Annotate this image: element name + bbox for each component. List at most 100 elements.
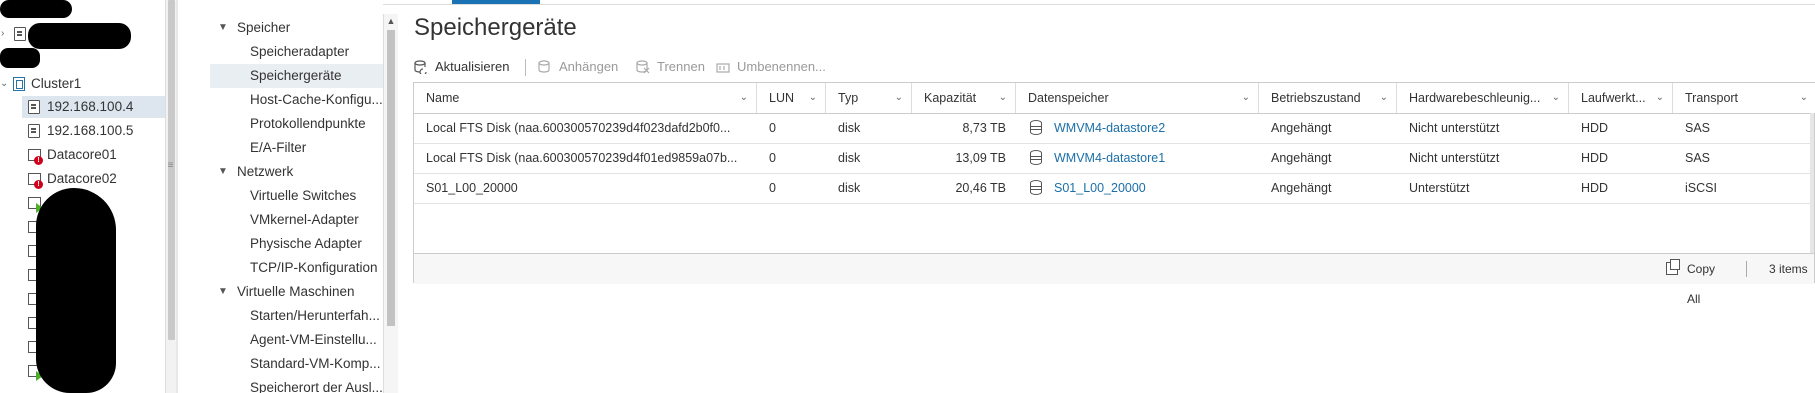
column-header-transport[interactable]: Transport ⌄ xyxy=(1673,83,1815,113)
cluster-icon xyxy=(13,77,25,91)
tree-item-host-selected[interactable]: 192.168.100.4 xyxy=(22,96,165,118)
column-header-hw-acceleration[interactable]: Hardwarebeschleunig... ⌄ xyxy=(1397,83,1569,113)
detach-button[interactable]: Trennen xyxy=(636,56,710,78)
cell-hw-accel: Unterstützt xyxy=(1409,181,1470,195)
column-header-label: Laufwerkt... xyxy=(1581,91,1646,105)
cell-name: S01_L00_20000 xyxy=(426,181,518,195)
nav-item-io-filters[interactable]: E/A-Filter xyxy=(210,136,383,160)
nav-item-storage-devices[interactable]: Speichergeräte xyxy=(210,64,383,88)
refresh-icon xyxy=(414,60,427,74)
pane-divider[interactable] xyxy=(176,0,178,393)
chevron-down-icon[interactable]: ⌄ xyxy=(1800,83,1808,113)
nav-scrollbar[interactable]: ▲ xyxy=(383,14,398,393)
cell-hw-accel: Nicht unterstützt xyxy=(1409,151,1500,165)
cell-type: disk xyxy=(838,181,861,195)
chevron-down-icon[interactable]: ⌄ xyxy=(895,83,903,113)
cell-lun: 0 xyxy=(769,181,776,195)
tab-bar-border xyxy=(383,4,1815,5)
nav-item-default-vm-compat[interactable]: Standard-VM-Komp... xyxy=(210,352,383,376)
column-header-label: Name xyxy=(426,91,460,105)
resize-grip-icon[interactable]: ≡ xyxy=(165,160,176,171)
redacted-area xyxy=(36,188,116,393)
column-header-type[interactable]: Typ ⌄ xyxy=(826,83,912,113)
column-header-label: LUN xyxy=(769,91,795,105)
tree-item-cluster[interactable]: ⌄ Cluster1 xyxy=(0,73,165,95)
nav-group-virtual-machines[interactable]: ▼ Virtuelle Maschinen xyxy=(210,280,383,304)
scroll-thumb[interactable] xyxy=(387,30,395,326)
chevron-down-icon[interactable]: ▼ xyxy=(218,16,228,40)
column-header-drive-type[interactable]: Laufwerkt... ⌄ xyxy=(1569,83,1673,113)
detach-icon xyxy=(636,60,650,74)
chevron-down-icon[interactable]: ⌄ xyxy=(1380,83,1388,113)
nav-item-vmkernel-adapters[interactable]: VMkernel-Adapter xyxy=(210,208,383,232)
nav-group-network[interactable]: ▼ Netzwerk xyxy=(210,160,383,184)
chevron-down-icon[interactable]: ⌄ xyxy=(999,83,1007,113)
attach-label: Anhängen xyxy=(559,59,619,74)
cell-type: disk xyxy=(838,121,861,135)
chevron-down-icon[interactable]: ⌄ xyxy=(1552,83,1560,113)
page-title: Speichergeräte xyxy=(414,14,577,41)
table-row[interactable]: Local FTS Disk (naa.600300570239d4f023da… xyxy=(414,113,1814,144)
column-header-lun[interactable]: LUN ⌄ xyxy=(757,83,826,113)
host-icon xyxy=(28,100,40,114)
cell-drive-type: HDD xyxy=(1581,181,1609,195)
nav-item-physical-adapters[interactable]: Physische Adapter xyxy=(210,232,383,256)
nav-item-virtual-switches[interactable]: Virtuelle Switches xyxy=(210,184,383,208)
refresh-button[interactable]: Aktualisieren xyxy=(414,56,518,78)
item-count: 3 items xyxy=(1769,262,1808,276)
alert-icon: ! xyxy=(34,180,43,189)
nav-item-protocol-endpoints[interactable]: Protokollendpunkte xyxy=(210,112,383,136)
chevron-down-icon[interactable]: ▼ xyxy=(218,160,228,184)
chevron-down-icon[interactable]: ⌄ xyxy=(1656,83,1664,113)
nav-group-label: Virtuelle Maschinen xyxy=(237,284,355,299)
nav-item-tcpip-config[interactable]: TCP/IP-Konfiguration xyxy=(210,256,383,280)
attach-button[interactable]: Anhängen xyxy=(538,56,634,78)
nav-group-label: Speicher xyxy=(237,20,291,35)
configure-nav: ▼ Speicher Speicheradapter Speichergerät… xyxy=(210,0,383,393)
column-header-label: Transport xyxy=(1685,91,1739,105)
column-header-datastore[interactable]: Datenspeicher ⌄ xyxy=(1016,83,1259,113)
chevron-down-icon[interactable]: ⌄ xyxy=(740,83,748,113)
table-row[interactable]: S01_L00_20000 0 disk 20,46 TB S01_L00_20… xyxy=(414,173,1814,204)
footer-separator xyxy=(1746,261,1747,277)
chevron-down-icon[interactable]: ⌄ xyxy=(0,73,10,95)
storage-devices-grid: Name ⌄ LUN ⌄ Typ ⌄ Kapazität ⌄ Datenspeicher… xyxy=(413,82,1815,306)
nav-item-swapfile-location[interactable]: Speicherort der Ausl... xyxy=(210,376,383,393)
column-header-label: Datenspeicher xyxy=(1028,91,1109,105)
datastore-link[interactable]: WMVM4-datastore1 xyxy=(1016,143,1259,173)
tree-item-label: Datacore02 xyxy=(47,171,117,186)
column-header-name[interactable]: Name ⌄ xyxy=(414,83,757,113)
column-header-label: Kapazität xyxy=(924,91,977,105)
inventory-tree: › ⌄ Cluster1 192.168.100.4 192.168.100.5… xyxy=(0,0,165,393)
tree-item-vm[interactable]: ! Datacore01 xyxy=(22,144,165,166)
datastore-link-label: WMVM4-datastore2 xyxy=(1054,121,1166,135)
chevron-down-icon[interactable]: ▼ xyxy=(218,280,228,304)
cell-drive-type: HDD xyxy=(1581,121,1609,135)
tree-item-vm[interactable]: ! Datacore02 xyxy=(22,168,165,190)
table-row[interactable]: Local FTS Disk (naa.600300570239d4f01ed9… xyxy=(414,143,1814,174)
datastore-link[interactable]: WMVM4-datastore2 xyxy=(1016,113,1259,143)
chevron-right-icon[interactable]: › xyxy=(1,23,11,45)
tree-item-label: Cluster1 xyxy=(31,76,82,91)
chevron-down-icon[interactable]: ⌄ xyxy=(1242,83,1250,113)
chevron-down-icon[interactable]: ⌄ xyxy=(809,83,817,113)
tree-item-label: 192.168.100.5 xyxy=(47,123,134,138)
datastore-link[interactable]: S01_L00_20000 xyxy=(1016,173,1259,203)
column-header-capacity[interactable]: Kapazität ⌄ xyxy=(912,83,1016,113)
nav-item-storage-adapters[interactable]: Speicheradapter xyxy=(210,40,383,64)
nav-item-startup-shutdown[interactable]: Starten/Herunterfah... xyxy=(210,304,383,328)
scroll-up-icon[interactable]: ▲ xyxy=(384,14,398,28)
tree-item-label: Datacore01 xyxy=(47,147,117,162)
cell-drive-type: HDD xyxy=(1581,151,1609,165)
nav-item-agent-vm-settings[interactable]: Agent-VM-Einstellu... xyxy=(210,328,383,352)
column-header-operational-state[interactable]: Betriebszustand ⌄ xyxy=(1259,83,1397,113)
rename-button[interactable]: Umbenennen... xyxy=(716,56,828,78)
grid-header: Name ⌄ LUN ⌄ Typ ⌄ Kapazität ⌄ Datenspeicher… xyxy=(414,83,1815,114)
datastore-icon xyxy=(1030,150,1042,165)
nav-item-host-cache[interactable]: Host-Cache-Konfigu... xyxy=(210,88,383,112)
cell-lun: 0 xyxy=(769,151,776,165)
grid-scrollbar[interactable] xyxy=(1810,113,1814,253)
rename-icon xyxy=(716,63,730,73)
tree-item-host[interactable]: 192.168.100.5 xyxy=(22,120,165,142)
nav-group-storage[interactable]: ▼ Speicher xyxy=(210,16,383,40)
